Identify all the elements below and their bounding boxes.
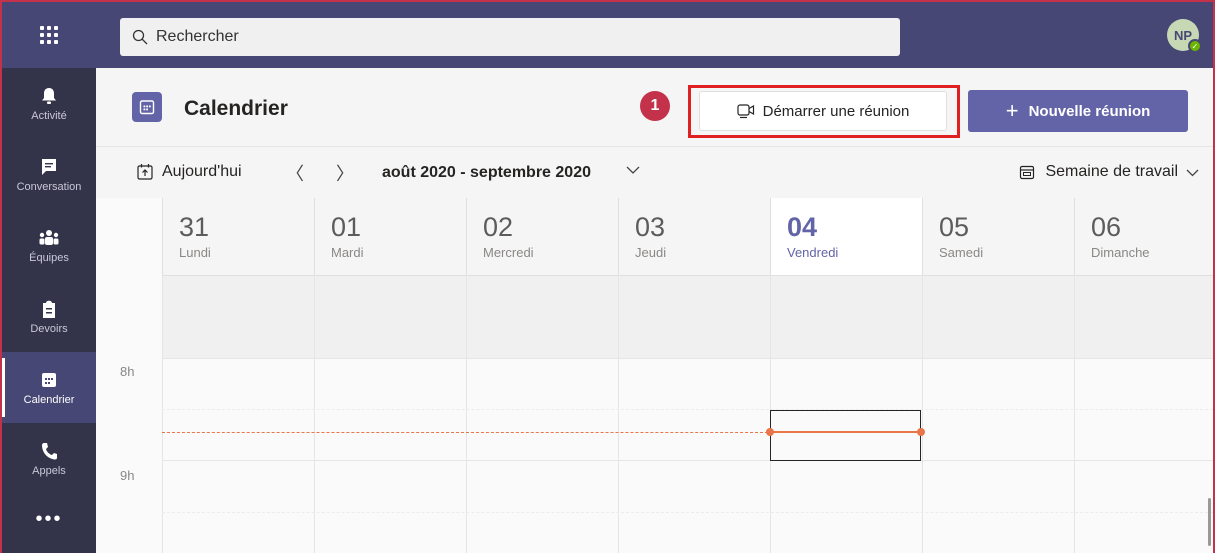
previous-week-button[interactable]: 〈	[286, 160, 304, 186]
rail-item-teams[interactable]: Équipes	[2, 210, 96, 281]
rail-item-assignments[interactable]: Devoirs	[2, 281, 96, 352]
current-time-indicator-today	[770, 431, 922, 433]
day-header-friday[interactable]: 04 Vendredi	[770, 198, 922, 275]
day-number: 06	[1091, 212, 1122, 242]
chevron-down-icon	[1186, 169, 1199, 176]
top-bar: NP ✓	[2, 2, 1213, 68]
chevron-down-icon[interactable]	[626, 162, 640, 178]
app-launcher-button[interactable]	[2, 2, 96, 68]
day-name: Mercredi	[483, 245, 534, 260]
today-label: Aujourd'hui	[162, 163, 242, 180]
start-meeting-button[interactable]: Démarrer une réunion	[699, 91, 947, 131]
hour-line	[162, 460, 1213, 461]
day-header-tuesday[interactable]: 01 Mardi	[314, 198, 466, 275]
start-meeting-label: Démarrer une réunion	[762, 102, 910, 120]
calendar-icon	[41, 370, 57, 390]
search-input[interactable]	[156, 28, 876, 46]
calendar-header: Calendrier 1 Démarrer une réunion + Nouv…	[96, 68, 1213, 146]
day-number: 31	[179, 212, 210, 242]
new-meeting-button[interactable]: + Nouvelle réunion	[968, 90, 1188, 132]
day-name: Samedi	[939, 245, 984, 260]
rail-item-label: Calendrier	[23, 393, 75, 406]
search-icon	[132, 29, 148, 45]
assignments-icon	[42, 299, 56, 319]
chevron-right-icon: 〉	[336, 164, 354, 184]
scrollbar-thumb[interactable]	[1208, 498, 1211, 546]
waffle-icon	[40, 26, 58, 44]
half-hour-line	[162, 512, 1213, 513]
view-selector-label: Semaine de travail	[1045, 163, 1178, 180]
day-header-thursday[interactable]: 03 Jeudi	[618, 198, 770, 275]
hour-label: 9h	[120, 468, 135, 483]
day-name: Lundi	[179, 245, 211, 260]
phone-icon	[41, 441, 57, 461]
early-hours-band[interactable]	[162, 275, 1213, 358]
day-header-wednesday[interactable]: 02 Mercredi	[466, 198, 618, 275]
status-available-icon: ✓	[1188, 39, 1202, 53]
day-name: Vendredi	[787, 245, 839, 260]
video-camera-icon	[737, 104, 754, 119]
date-range-picker[interactable]: août 2020 - septembre 2020	[382, 164, 591, 182]
rail-item-chat[interactable]: Conversation	[2, 139, 96, 210]
teams-icon	[38, 228, 60, 248]
day-number: 02	[483, 212, 514, 242]
day-header-monday[interactable]: 31 Lundi	[162, 198, 314, 275]
current-time-indicator	[162, 432, 768, 433]
plus-icon: +	[1005, 98, 1019, 123]
current-time-dot	[766, 428, 774, 436]
rail-item-label: Activité	[31, 109, 67, 122]
rail-item-label: Appels	[32, 464, 66, 477]
more-apps-button[interactable]: •••	[2, 494, 96, 544]
day-header-sunday[interactable]: 06 Dimanche	[1074, 198, 1213, 275]
chevron-left-icon: 〈	[286, 164, 304, 184]
selected-time-slot[interactable]	[770, 410, 921, 461]
calendar-toolbar: Aujourd'hui 〈 〉 août 2020 - septembre 20…	[96, 146, 1213, 198]
new-meeting-label: Nouvelle réunion	[1028, 102, 1151, 120]
day-name: Dimanche	[1091, 245, 1150, 260]
day-number: 01	[331, 212, 362, 242]
next-week-button[interactable]: 〉	[336, 160, 354, 186]
day-name: Jeudi	[635, 245, 667, 260]
rail-item-label: Équipes	[29, 251, 69, 264]
calendar-view-icon	[1020, 165, 1035, 180]
hour-line	[162, 358, 1213, 359]
avatar[interactable]: NP ✓	[1167, 19, 1202, 53]
hour-label: 8h	[120, 364, 135, 379]
week-grid: 31 Lundi 01 Mardi 02 Mercredi 03 Jeudi 0…	[96, 198, 1213, 553]
calendar-app-icon	[132, 92, 162, 122]
chat-icon	[41, 157, 57, 177]
day-number: 04	[787, 212, 818, 242]
page-title: Calendrier	[184, 97, 288, 120]
rail-item-label: Devoirs	[30, 322, 68, 335]
step-number-badge: 1	[640, 91, 670, 121]
bell-icon	[41, 86, 57, 106]
half-hour-line	[162, 409, 1213, 410]
rail-item-calendar[interactable]: Calendrier	[2, 352, 96, 423]
rail-item-calls[interactable]: Appels	[2, 423, 96, 494]
view-selector[interactable]: Semaine de travail	[1019, 163, 1199, 181]
today-button[interactable]: Aujourd'hui	[136, 163, 242, 181]
app-rail: Activité Conversation Équipes Devoirs Ca…	[2, 68, 96, 553]
day-name: Mardi	[331, 245, 364, 260]
day-number: 03	[635, 212, 666, 242]
search-box[interactable]	[120, 18, 900, 56]
current-time-dot	[917, 428, 925, 436]
more-icon: •••	[35, 507, 63, 530]
rail-item-activity[interactable]: Activité	[2, 68, 96, 139]
day-header-saturday[interactable]: 05 Samedi	[922, 198, 1074, 275]
calendar-today-icon	[137, 164, 153, 180]
day-number: 05	[939, 212, 970, 242]
rail-item-label: Conversation	[16, 180, 82, 193]
